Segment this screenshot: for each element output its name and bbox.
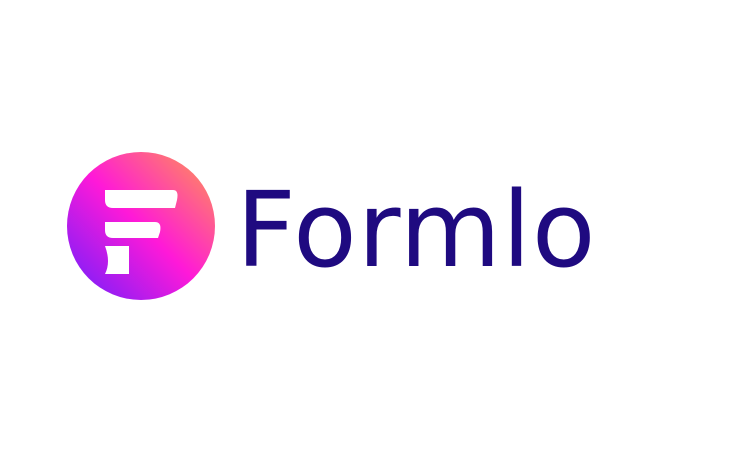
f-glyph-mid-bar [105, 222, 161, 238]
f-glyph-stem [105, 246, 129, 274]
brand-wordmark: Formlo [236, 169, 597, 291]
brand-canvas: Formlo [0, 0, 750, 450]
f-glyph-top-bar [105, 190, 178, 208]
formlo-logo-icon [67, 152, 215, 300]
